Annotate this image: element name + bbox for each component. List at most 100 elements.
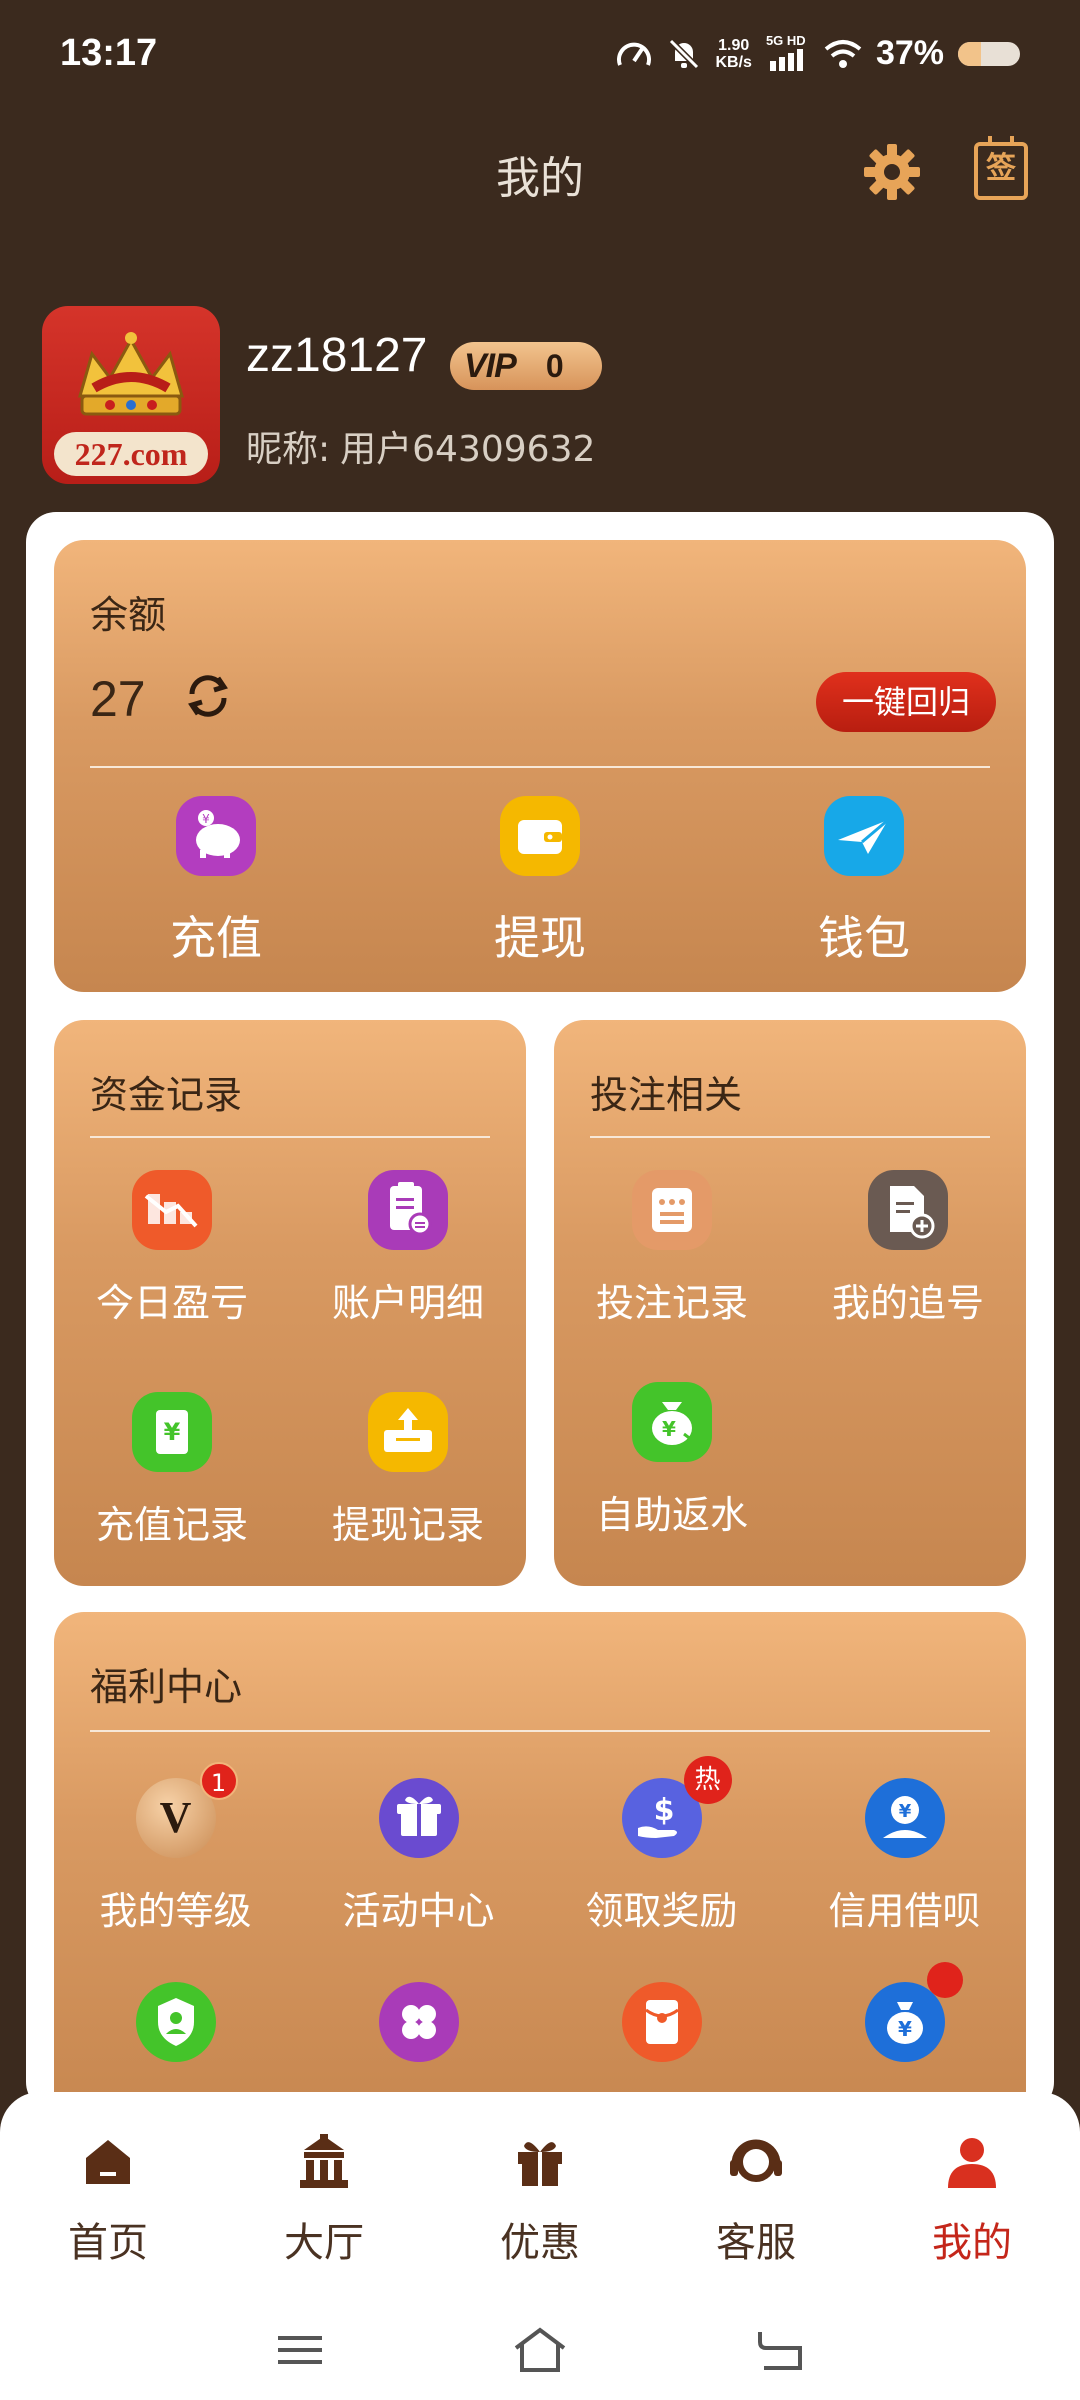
nickname-label: 昵称: (246, 429, 331, 470)
svg-text:¥: ¥ (898, 1801, 911, 1822)
upload-box-icon (368, 1392, 448, 1472)
status-icons: 1.90 KB/s 5G HD 37% (615, 33, 1020, 73)
wifi-icon (824, 39, 862, 68)
hall-icon (300, 2134, 348, 2188)
vip-badge[interactable]: VIP 0 (450, 342, 602, 390)
bet-records-button[interactable]: 投注记录 (554, 1170, 790, 1327)
wallet-button[interactable]: 钱包 (764, 796, 964, 968)
self-rebate-button[interactable]: ¥ 自助返水 (554, 1382, 790, 1539)
welfare-center-card: 福利中心 V 1 我的等级 活动中心 $ 热 领取奖励 ¥ 信用借呗 ¥ (54, 1612, 1026, 2132)
today-profit-loss-label: 今日盈亏 (95, 1281, 248, 1325)
status-bar: 13:17 1.90 KB/s 5G HD 37% (0, 0, 1080, 110)
battery-percent: 37% (875, 34, 944, 72)
status-time: 13:17 (60, 32, 158, 74)
activity-center-label: 活动中心 (342, 1889, 495, 1933)
notification-dot (926, 1962, 963, 1998)
divider (90, 766, 990, 768)
net-speed-unit: KB/s (715, 53, 752, 71)
nickname: 昵称: 用户64309632 (246, 420, 595, 472)
piggy-bank-icon: ¥ (176, 796, 256, 876)
withdraw-label: 提现 (494, 911, 586, 965)
money-bag-icon: ¥ (632, 1382, 712, 1462)
svg-text:¥: ¥ (898, 2017, 912, 2041)
clipboard-icon (368, 1170, 448, 1250)
user-icon (948, 2138, 996, 2188)
document-add-icon (868, 1170, 948, 1250)
claim-rewards-label: 领取奖励 (585, 1889, 738, 1933)
divider (590, 1136, 990, 1138)
vip-level-icon: V 1 (135, 1762, 238, 1858)
username: zz18127 (246, 329, 428, 382)
speedometer-icon (617, 42, 652, 66)
dollar-hand-icon: $ 热 (621, 1756, 732, 1858)
nav-hall-label: 大厅 (284, 2220, 364, 2266)
nav-customer-service[interactable]: 客服 (648, 2132, 864, 2268)
bet-records-label: 投注记录 (595, 1281, 748, 1325)
app-header: 我的 签 (0, 120, 1080, 220)
clover-icon (378, 1982, 459, 2062)
money-bag-button[interactable]: ¥ (783, 1962, 1026, 2062)
paper-plane-icon (824, 796, 904, 876)
crown-icon (78, 332, 184, 416)
nav-home[interactable]: 首页 (0, 2132, 216, 2268)
red-envelope-button[interactable] (540, 1982, 783, 2062)
nav-hall[interactable]: 大厅 (216, 2132, 432, 2268)
yuan-person-icon: ¥ (864, 1778, 945, 1858)
recharge-records-label: 充值记录 (95, 1503, 248, 1547)
site-logo-text: 227.com (54, 432, 208, 476)
self-rebate-label: 自助返水 (595, 1493, 748, 1537)
battery-icon (958, 41, 1020, 66)
my-level-button[interactable]: V 1 我的等级 (54, 1762, 297, 1935)
nav-customer-service-label: 客服 (716, 2220, 796, 2266)
bottom-navigation: 首页 大厅 优惠 客服 我的 (0, 2092, 1080, 2400)
account-details-label: 账户明细 (331, 1281, 484, 1325)
vip-level: 0 (545, 347, 564, 384)
welfare-title: 福利中心 (90, 1665, 243, 1709)
refresh-icon[interactable] (178, 666, 238, 726)
notification-badge: 1 (199, 1762, 238, 1800)
fund-records-title: 资金记录 (90, 1073, 243, 1117)
withdraw-records-label: 提现记录 (331, 1503, 484, 1547)
balance-card: 余额 27 一键回归 ¥ 充值 提现 钱包 (54, 540, 1026, 992)
svg-text:¥: ¥ (202, 812, 210, 826)
divider (90, 1730, 990, 1732)
recharge-records-button[interactable]: ¥ 充值记录 (54, 1392, 290, 1549)
wallet-icon (500, 796, 580, 876)
my-chase-number-button[interactable]: 我的追号 (790, 1170, 1026, 1327)
battery-fill (958, 41, 981, 66)
security-center-button[interactable] (54, 1982, 297, 2062)
nav-home-label: 首页 (68, 2220, 148, 2266)
hot-badge: 热 (683, 1756, 732, 1804)
recharge-label: 充值 (170, 911, 262, 965)
back-icon[interactable] (754, 2328, 804, 2372)
today-profit-loss-button[interactable]: 今日盈亏 (54, 1170, 290, 1327)
home-icon (86, 2140, 130, 2184)
account-details-button[interactable]: 账户明细 (290, 1170, 526, 1327)
withdraw-records-button[interactable]: 提现记录 (290, 1392, 526, 1549)
gear-icon[interactable] (862, 142, 922, 202)
menu-icon[interactable] (276, 2330, 324, 2370)
bet-related-card: 投注相关 投注记录 我的追号 ¥ 自助返水 (554, 1020, 1026, 1586)
bell-muted-icon (669, 38, 700, 69)
nav-promotions-label: 优惠 (500, 2220, 580, 2266)
net-speed: 1.90 KB/s (715, 37, 751, 71)
my-chase-number-label: 我的追号 (831, 1281, 984, 1325)
svg-text:¥: ¥ (662, 1417, 676, 1441)
activity-center-button[interactable]: 活动中心 (297, 1778, 540, 1935)
nav-mine-label: 我的 (932, 2220, 1012, 2266)
nav-promotions[interactable]: 优惠 (432, 2132, 648, 2268)
credit-loan-label: 信用借呗 (828, 1889, 981, 1933)
claim-rewards-button[interactable]: $ 热 领取奖励 (540, 1756, 783, 1935)
svg-text:¥: ¥ (164, 1418, 181, 1446)
recharge-button[interactable]: ¥ 充值 (116, 796, 316, 968)
lucky-clover-button[interactable] (297, 1982, 540, 2062)
credit-loan-button[interactable]: ¥ 信用借呗 (783, 1778, 1026, 1935)
wallet-label: 钱包 (818, 911, 910, 965)
fund-records-card: 资金记录 今日盈亏 账户明细 ¥ 充值记录 提现记录 (54, 1020, 526, 1586)
nav-mine[interactable]: 我的 (864, 2132, 1080, 2268)
yuan-bag-icon: ¥ (864, 1962, 963, 2062)
one-click-return-button[interactable]: 一键回归 (816, 672, 996, 732)
withdraw-button[interactable]: 提现 (440, 796, 640, 968)
system-home-icon[interactable] (512, 2326, 568, 2374)
sign-in-calendar-button[interactable]: 签 (974, 136, 1028, 200)
